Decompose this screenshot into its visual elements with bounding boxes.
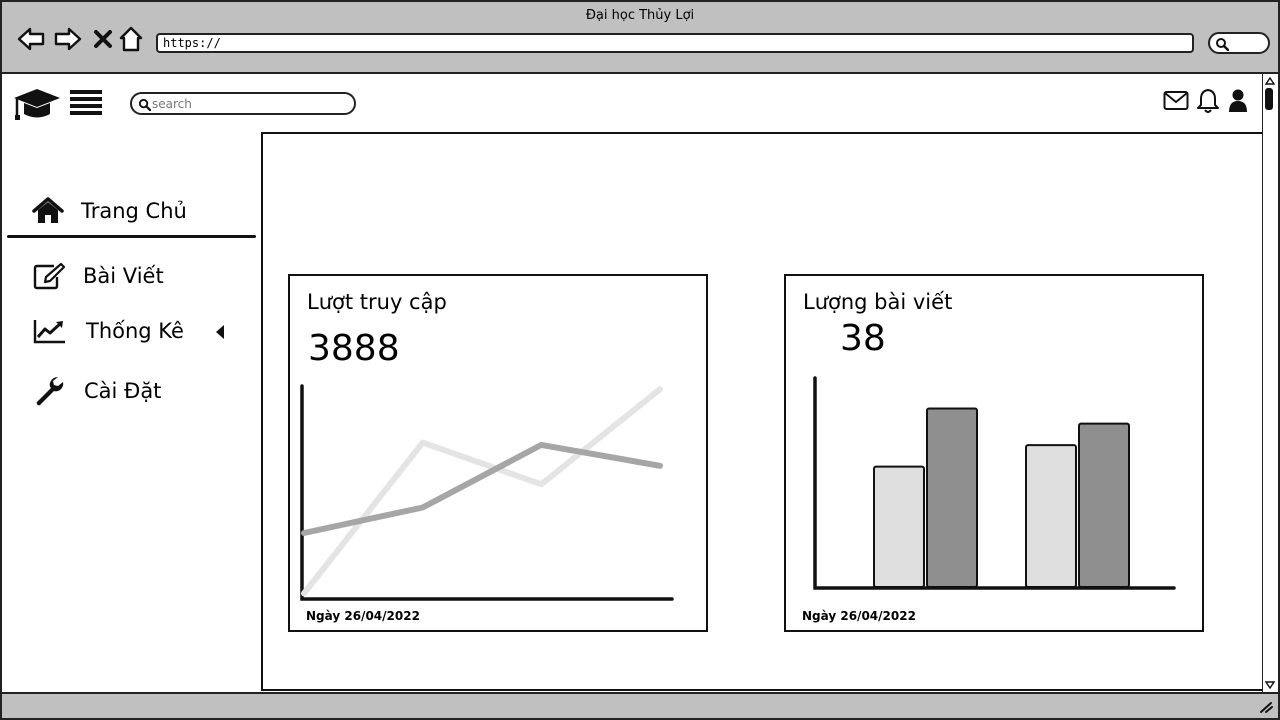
- vertical-scrollbar[interactable]: [1262, 74, 1276, 694]
- edit-icon: [33, 262, 66, 290]
- search-box[interactable]: [130, 92, 356, 115]
- home-button[interactable]: [116, 24, 146, 54]
- bar-1-series-2: [926, 407, 978, 588]
- bell-icon[interactable]: [1196, 88, 1220, 118]
- search-input[interactable]: [152, 95, 348, 112]
- posts-card: Lượng bài viết 38 Ngày 26/04/2022: [784, 274, 1204, 632]
- browser-status-bar: [2, 692, 1278, 718]
- user-icon[interactable]: [1227, 88, 1249, 118]
- search-icon: [1216, 38, 1229, 51]
- scroll-thumb[interactable]: [1265, 88, 1273, 110]
- stop-button[interactable]: [88, 24, 118, 54]
- menu-icon[interactable]: [70, 89, 104, 121]
- sidebar-item-label: Thống Kê: [86, 319, 184, 343]
- back-button[interactable]: [16, 24, 46, 54]
- browser-window: Đại học Thủy Lợi https:// search Trang C…: [0, 0, 1280, 720]
- card-date: Ngày 26/04/2022: [306, 609, 420, 623]
- bar-chart: [813, 376, 1176, 590]
- scroll-up-icon[interactable]: [1265, 76, 1275, 86]
- sidebar-item-settings[interactable]: Cài Đặt: [32, 371, 161, 411]
- scroll-down-icon[interactable]: [1265, 680, 1275, 690]
- resize-grip-icon[interactable]: [1258, 700, 1274, 714]
- arrow-left-icon: [17, 27, 45, 51]
- caret-left-icon[interactable]: [215, 324, 225, 344]
- window-title: Đại học Thủy Lợi: [585, 8, 695, 23]
- sidebar-item-label: Cài Đặt: [84, 379, 162, 403]
- graduation-cap-logo: [12, 86, 62, 126]
- arrow-right-icon: [54, 27, 82, 51]
- sidebar-item-statistics[interactable]: Thống Kê: [32, 311, 184, 351]
- mail-icon[interactable]: [1163, 90, 1189, 116]
- sidebar-divider: [7, 235, 256, 238]
- browser-search-field[interactable]: [1208, 32, 1270, 54]
- home-outline-icon: [119, 26, 143, 52]
- wrench-icon: [36, 377, 64, 406]
- url-bar[interactable]: https://: [156, 33, 1194, 53]
- sidebar-item-home[interactable]: Trang Chủ: [32, 191, 187, 231]
- sidebar-item-posts[interactable]: Bài Viết: [32, 256, 164, 296]
- line-chart: [300, 384, 674, 601]
- sidebar-item-label: Bài Viết: [83, 264, 164, 288]
- close-icon: [94, 30, 112, 48]
- bar-1-series-1: [873, 465, 925, 589]
- line-series-1: [301, 441, 663, 536]
- card-date: Ngày 26/04/2022: [802, 609, 916, 623]
- chart-line-icon: [33, 320, 65, 344]
- visits-card: Lượt truy cập 3888 Ngày 26/04/2022: [288, 274, 708, 632]
- search-icon: [138, 98, 151, 111]
- chart-axis: [300, 384, 674, 601]
- forward-button[interactable]: [53, 24, 83, 54]
- bar-2-series-1: [1025, 444, 1077, 588]
- sidebar-item-label: Trang Chủ: [81, 199, 187, 223]
- bar-2-series-2: [1078, 422, 1130, 588]
- line-series-2: [301, 386, 663, 597]
- home-icon: [32, 197, 64, 223]
- browser-title-bar: Đại học Thủy Lợi https://: [2, 2, 1278, 74]
